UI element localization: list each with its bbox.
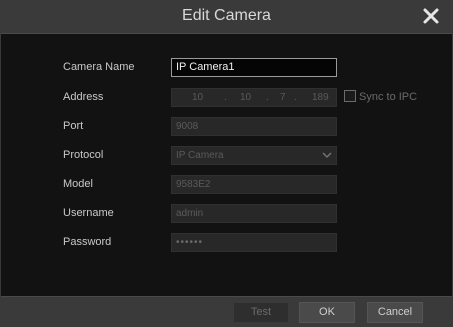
protocol-select[interactable]: IP Camera [171,146,337,165]
model-label: Model [63,178,93,190]
dialog-title: Edit Camera [182,7,271,24]
ip-octet-1: 10 [192,92,204,103]
sync-to-ipc-label: Sync to IPC [359,91,418,103]
camera-name-input[interactable]: IP Camera1 [171,58,337,77]
row-port: Port 9008 [1,117,452,139]
ip-octet-3: 7 [280,92,286,103]
row-username: Username admin [1,204,452,226]
dialog-footer: Test OK Cancel [1,296,452,327]
address-ip-input[interactable]: 10 . 10 . 7 . 189 [171,88,337,107]
row-protocol: Protocol IP Camera [1,146,452,168]
model-input[interactable]: 9583E2 [171,175,337,194]
password-label: Password [63,236,112,248]
sync-to-ipc-checkbox[interactable] [344,90,356,102]
address-label: Address [63,91,104,103]
test-button[interactable]: Test [233,302,289,323]
camera-name-label: Camera Name [63,61,135,73]
ok-button[interactable]: OK [299,302,355,323]
port-input[interactable]: 9008 [171,117,337,136]
cancel-button[interactable]: Cancel [367,302,423,323]
row-camera-name: Camera Name IP Camera1 [1,58,452,80]
password-input[interactable]: •••••• [171,233,337,252]
close-icon[interactable] [420,5,442,27]
username-input[interactable]: admin [171,204,337,223]
port-label: Port [63,120,84,132]
row-model: Model 9583E2 [1,175,452,197]
username-label: Username [63,207,114,219]
protocol-value: IP Camera [176,150,224,161]
password-mask: •••••• [176,237,204,248]
ip-octet-4: 189 [312,92,329,103]
chevron-down-icon [322,152,332,158]
edit-camera-dialog: Edit Camera Camera Name IP Camera1 Addre… [0,0,453,327]
dialog-titlebar: Edit Camera [1,1,452,34]
protocol-label: Protocol [63,149,104,161]
row-password: Password •••••• [1,233,452,255]
ip-octet-2: 10 [240,92,252,103]
row-address: Address 10 . 10 . 7 . 189 Sync to IPC [1,88,452,110]
